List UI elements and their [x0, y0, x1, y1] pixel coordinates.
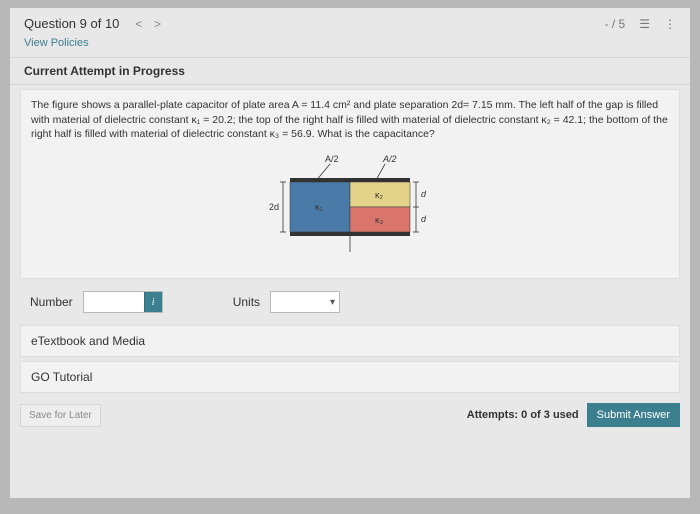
info-icon[interactable]: i [144, 292, 162, 312]
capacitor-diagram: A/2 A/2 2d κ₁ κ₂ κ₃ [31, 142, 669, 270]
header-right: - / 5 ☰ ⋮ [605, 17, 676, 31]
question-text: The figure shows a parallel-plate capaci… [31, 98, 669, 142]
label-k1: κ₁ [315, 202, 323, 212]
etextbook-link[interactable]: eTextbook and Media [20, 325, 680, 357]
score-display: - / 5 [605, 17, 626, 31]
prev-arrow-icon[interactable]: < [135, 17, 142, 31]
top-plate [290, 178, 410, 182]
header-bar: Question 9 of 10 < > - / 5 ☰ ⋮ [10, 8, 690, 35]
question-body: The figure shows a parallel-plate capaci… [20, 89, 680, 279]
label-k3: κ₃ [375, 215, 384, 225]
page-container: Question 9 of 10 < > - / 5 ☰ ⋮ View Poli… [10, 8, 690, 498]
question-counter: Question 9 of 10 [24, 16, 119, 31]
list-icon[interactable]: ☰ [639, 17, 650, 31]
answer-row: Number i Units ▾ [20, 283, 680, 321]
next-arrow-icon[interactable]: > [154, 17, 161, 31]
units-select[interactable]: ▾ [270, 291, 340, 313]
label-a2-left: A/2 [325, 154, 339, 164]
number-input[interactable]: i [83, 291, 163, 313]
header-left: Question 9 of 10 < > [24, 16, 165, 31]
view-policies-link[interactable]: View Policies [10, 35, 690, 57]
footer-right: Attempts: 0 of 3 used Submit Answer [467, 403, 680, 427]
label-2d: 2d [269, 202, 279, 212]
diagram-svg: A/2 A/2 2d κ₁ κ₂ κ₃ [235, 152, 465, 262]
label-a2-right: A/2 [382, 154, 397, 164]
units-label: Units [233, 295, 260, 309]
submit-answer-button[interactable]: Submit Answer [587, 403, 680, 427]
label-d-upper: d [421, 189, 427, 199]
label-k2: κ₂ [375, 190, 384, 200]
number-label: Number [30, 295, 73, 309]
nav-arrows: < > [131, 16, 165, 31]
chevron-down-icon: ▾ [330, 297, 335, 308]
attempt-status: Current Attempt in Progress [10, 57, 690, 85]
label-d-lower: d [421, 214, 427, 224]
go-tutorial-link[interactable]: GO Tutorial [20, 361, 680, 393]
attempts-text: Attempts: 0 of 3 used [467, 409, 579, 421]
save-for-later-button[interactable]: Save for Later [20, 404, 101, 427]
footer: Save for Later Attempts: 0 of 3 used Sub… [10, 397, 690, 429]
more-icon[interactable]: ⋮ [664, 17, 676, 31]
bottom-plate [290, 232, 410, 236]
